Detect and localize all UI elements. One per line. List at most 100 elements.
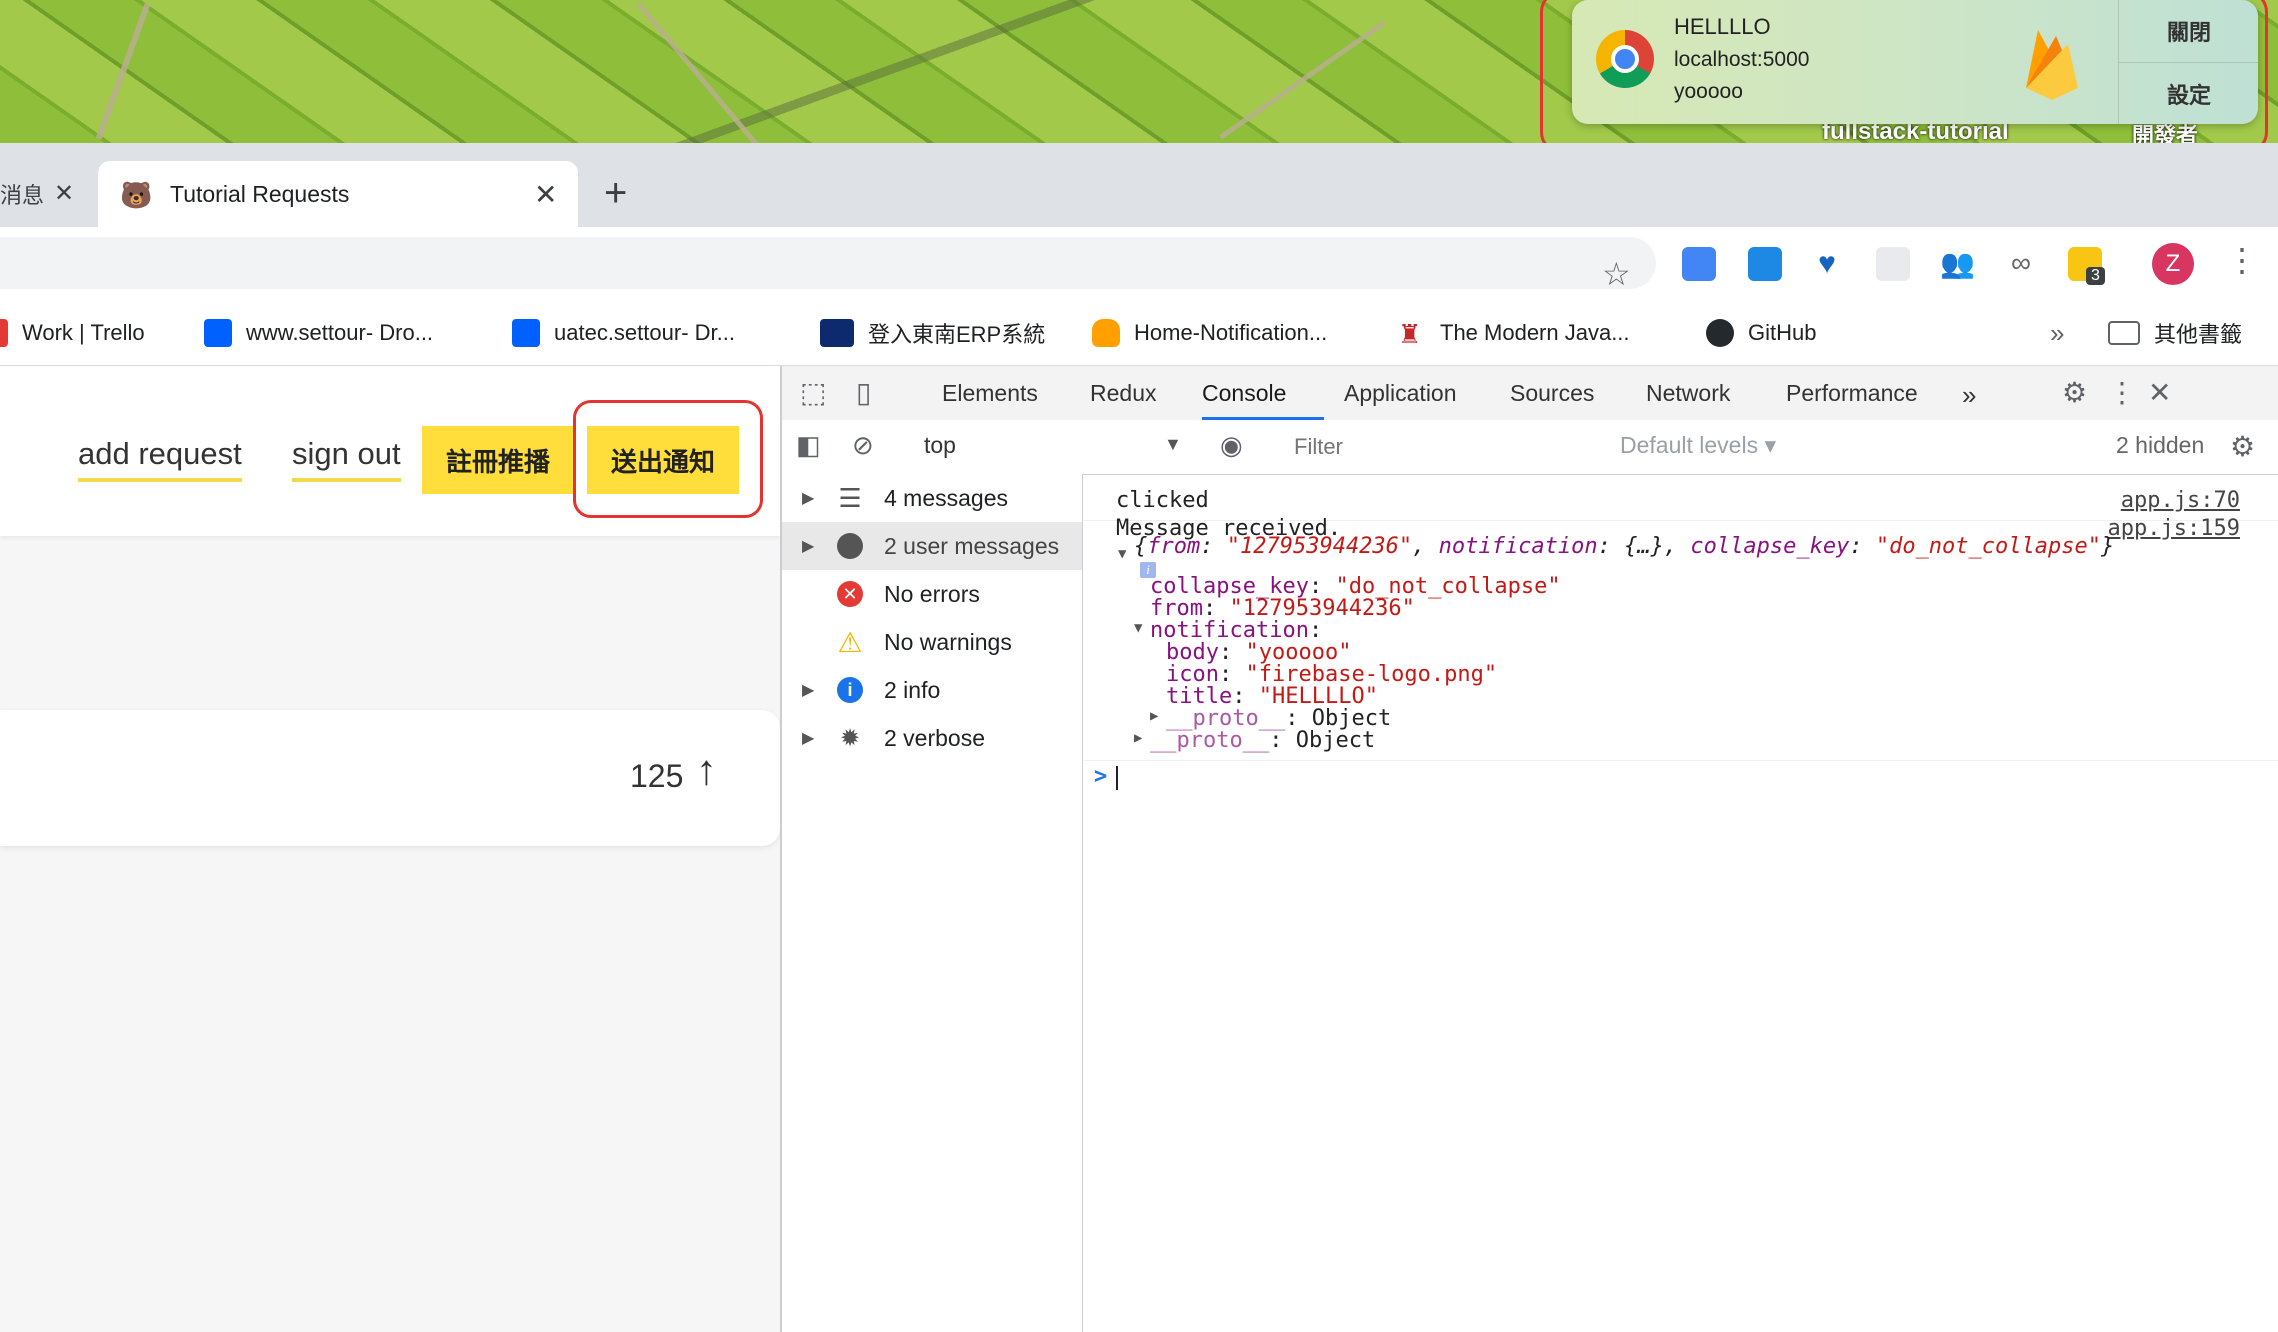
settings-gear-icon[interactable]: ⚙ [2062,376,2087,409]
trello-icon [0,319,8,347]
browser-toolbar: ☆ ♥ 👥 ∞ 3 Z ⋮ [0,227,2278,301]
clear-console-icon[interactable]: ⊘ [852,430,874,461]
close-devtools-icon[interactable]: ✕ [2148,376,2171,409]
source-link[interactable]: app.js:159 [2108,516,2240,541]
request-card: 125 ↑ [0,710,780,846]
sidebar-verbose[interactable]: ▶ ✹ 2 verbose [782,714,1082,762]
chat-extension-icon[interactable]: 3 [2068,247,2105,285]
live-expression-eye-icon[interactable]: ◉ [1220,430,1243,461]
sidebar-errors[interactable]: ✕ No errors [782,570,1082,618]
list-icon: ☰ [838,482,862,513]
resize-extension-icon[interactable] [1748,247,1782,281]
warning-icon: ⚠ [837,626,863,658]
bookmarks-bar: Work | Trello www.settour- Dro... uatec.… [0,301,2278,366]
bug-icon: ✹ [839,724,861,752]
sign-out-link[interactable]: sign out [292,436,401,482]
bookmark-settour-dropbox[interactable]: www.settour- Dro... [204,313,433,353]
people-extension-icon[interactable]: 👥 [1940,247,1975,281]
bookmark-modern-java[interactable]: ♜ The Modern Java... [1398,313,1630,353]
tab-title: Tutorial Requests [170,181,350,207]
app-page: add request sign out 註冊推播 送出通知 125 ↑ [0,366,780,1332]
tab-sources[interactable]: Sources [1510,380,1594,407]
tab-strip: 消息 ✕ 🐻 Tutorial Requests ✕ + [0,143,2278,227]
more-tabs-icon[interactable]: » [1962,380,1976,411]
context-selector[interactable]: top [924,432,956,459]
sidebar-toggle-icon[interactable]: ◧ [796,430,821,461]
github-icon [1706,319,1734,347]
sidebar-warnings[interactable]: ⚠ No warnings [782,618,1082,666]
tab-performance[interactable]: Performance [1786,380,1918,407]
add-request-link[interactable]: add request [78,436,242,482]
expand-arrow-icon: ▶ [802,538,815,555]
google-translate-icon[interactable] [1682,247,1716,281]
bookmark-home-notification[interactable]: Home-Notification... [1092,313,1327,353]
new-tab-plus-icon[interactable]: + [604,171,627,216]
devtools-panel: ⬚ ▯ Elements Redux Console Application S… [780,366,2278,1332]
link-extension-icon[interactable]: ∞ [2004,247,2038,281]
console-sidebar: ▶ ☰ 4 messages ▶ 2 user messages ✕ No er… [782,474,1083,1332]
sidebar-messages[interactable]: ▶ ☰ 4 messages [782,474,1082,522]
bookmark-github[interactable]: GitHub [1706,313,1816,353]
console-settings-gear-icon[interactable]: ⚙ [2230,430,2255,463]
vuetify-extension-icon[interactable]: ♥ [1810,247,1844,281]
collapse-arrow-icon[interactable]: ▼ [1134,620,1142,636]
jet-icon [820,319,854,347]
tab-previous-label: 消息 [0,183,45,208]
bookmark-trello[interactable]: Work | Trello [0,313,145,353]
tab-close-icon[interactable]: ✕ [534,178,557,211]
tower-icon: ♜ [1398,319,1422,349]
collapse-arrow-icon[interactable]: ▼ [1118,546,1126,562]
app-header: add request sign out 註冊推播 送出通知 [0,366,780,536]
hidden-count: 2 hidden [2116,432,2205,458]
info-icon: i [836,676,864,704]
react-devtools-icon[interactable] [1876,247,1910,281]
object-preview[interactable]: {from: "127953944236", notification: {…}… [1134,534,2114,559]
bear-favicon-icon: 🐻 [120,180,153,210]
source-link[interactable]: app.js:70 [2121,488,2240,513]
upvote-arrow-icon[interactable]: ↑ [696,746,717,794]
inspect-element-icon[interactable]: ⬚ [800,376,826,409]
notification-highlight [1540,0,2268,154]
bookmark-star-icon[interactable]: ☆ [1602,255,1631,293]
tab-previous-close-icon[interactable]: ✕ [54,179,74,208]
firebase-icon [1092,319,1120,347]
sidebar-user-messages[interactable]: ▶ 2 user messages [782,522,1082,570]
prop-proto-outer[interactable]: __proto__: Object [1150,728,1375,753]
log-levels-dropdown[interactable]: Default levels ▾ [1620,432,1776,459]
profile-avatar[interactable]: Z [2152,243,2194,285]
tab-application[interactable]: Application [1344,380,1457,407]
devtools-tabbar: ⬚ ▯ Elements Redux Console Application S… [782,366,2278,421]
expand-arrow-icon: ▶ [802,682,815,699]
tab-previous[interactable]: 消息 ✕ [0,161,90,227]
device-toolbar-icon[interactable]: ▯ [856,376,871,409]
dropbox-icon [204,319,232,347]
console-filter-bar: ◧ ⊘ top ▼ ◉ Default levels ▾ 2 hidden ⚙ [782,420,2278,475]
register-push-button[interactable]: 註冊推播 [422,426,574,494]
bookmark-uatec-dropbox[interactable]: uatec.settour- Dr... [512,313,735,353]
console-separator [1084,760,2278,761]
error-icon: ✕ [836,580,864,608]
expand-arrow-icon[interactable]: ▶ [1134,730,1142,746]
extension-badge: 3 [2086,267,2105,285]
bookmarks-overflow-icon[interactable]: » [2050,313,2064,353]
upvote-count: 125 [630,758,684,794]
expand-arrow-icon[interactable]: ▶ [1150,708,1158,724]
sidebar-info[interactable]: ▶ i 2 info [782,666,1082,714]
tab-network[interactable]: Network [1646,380,1730,407]
console-input-caret[interactable] [1116,766,1118,790]
tab-elements[interactable]: Elements [942,380,1038,407]
tab-console[interactable]: Console [1202,380,1286,407]
bookmark-erp[interactable]: 登入東南ERP系統 [820,313,1045,353]
folder-icon [2108,321,2140,345]
context-dropdown-icon[interactable]: ▼ [1164,434,1182,455]
tab-redux[interactable]: Redux [1090,380,1156,407]
chrome-menu-icon[interactable]: ⋮ [2226,241,2258,279]
user-icon [836,532,864,560]
tab-tutorial-requests[interactable]: 🐻 Tutorial Requests ✕ [98,161,578,227]
console-filter-input[interactable] [1288,428,1598,466]
console-log-clicked: clicked [1116,488,1209,513]
bookmark-other[interactable]: 其他書籤 [2108,313,2242,353]
devtools-menu-icon[interactable]: ⋮ [2108,376,2136,409]
address-bar[interactable]: ☆ [0,237,1656,292]
console-prompt-icon: > [1094,764,1108,789]
